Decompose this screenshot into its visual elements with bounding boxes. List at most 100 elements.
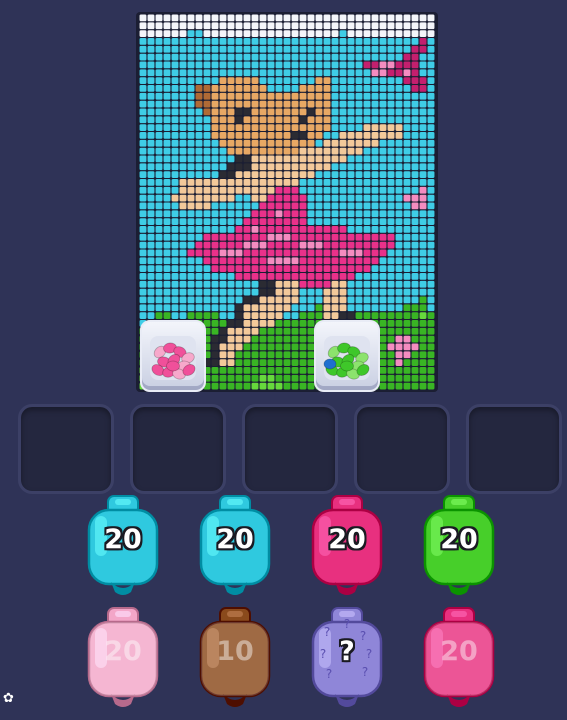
holding-slot[interactable] bbox=[130, 404, 226, 494]
pixel-bead bbox=[187, 85, 195, 92]
pixel-bead bbox=[251, 249, 259, 257]
pixel-bead bbox=[195, 100, 203, 108]
pixel-bead bbox=[219, 194, 227, 202]
holding-slot[interactable] bbox=[354, 404, 450, 494]
bead-jar-pink[interactable]: 20 bbox=[411, 606, 507, 710]
bead-jar-green[interactable]: 20 bbox=[411, 494, 507, 598]
pixel-bead bbox=[315, 179, 323, 186]
pixel-bead bbox=[227, 179, 235, 186]
pixel-bead bbox=[379, 186, 387, 194]
pixel-bead bbox=[299, 226, 307, 233]
pixel-bead bbox=[251, 38, 259, 45]
pixel-bead bbox=[419, 186, 427, 194]
pixel-bead bbox=[211, 132, 219, 139]
pixel-bead bbox=[219, 327, 227, 335]
pixel-bead bbox=[179, 202, 187, 210]
pixel-bead bbox=[411, 288, 419, 296]
pixel-bead bbox=[387, 179, 395, 186]
pixel-bead bbox=[139, 273, 147, 280]
pixel-bead bbox=[379, 163, 387, 171]
pixel-bead bbox=[347, 155, 355, 163]
holding-slot[interactable] bbox=[466, 404, 562, 494]
pixel-bead bbox=[195, 85, 203, 92]
pixel-bead bbox=[195, 210, 203, 218]
pixel-bead bbox=[211, 312, 219, 319]
pixel-bead bbox=[283, 77, 291, 84]
pixel-bead bbox=[323, 273, 331, 280]
pixel-bead bbox=[323, 155, 331, 163]
pixel-bead bbox=[299, 382, 307, 390]
pixel-bead bbox=[259, 53, 267, 61]
pixel-bead bbox=[283, 155, 291, 163]
pixel-bead bbox=[427, 108, 435, 116]
pixel-bead bbox=[275, 202, 283, 210]
pixel-bead bbox=[387, 155, 395, 163]
pixel-bead bbox=[155, 38, 163, 45]
bead-jar-brown[interactable]: 10 bbox=[187, 606, 283, 710]
pixel-bead bbox=[395, 374, 403, 382]
pixel-bead bbox=[379, 139, 387, 147]
pixel-bead bbox=[187, 38, 195, 45]
pixel-bead bbox=[387, 61, 395, 69]
pixel-bead bbox=[371, 218, 379, 225]
pixel-bead bbox=[427, 30, 435, 37]
pixel-bead bbox=[427, 374, 435, 382]
pixel-bead bbox=[315, 100, 323, 108]
pixel-bead bbox=[283, 288, 291, 296]
green-bead-bucket[interactable] bbox=[314, 320, 380, 392]
pixel-bead bbox=[331, 265, 339, 272]
pixel-bead bbox=[219, 139, 227, 147]
pixel-bead bbox=[243, 265, 251, 272]
pixel-bead bbox=[411, 312, 419, 319]
bead-jar-pink[interactable]: 20 bbox=[299, 494, 395, 598]
pixel-bead bbox=[403, 327, 411, 335]
pixel-bead bbox=[291, 218, 299, 225]
pixel-bead bbox=[387, 288, 395, 296]
holding-slot[interactable] bbox=[18, 404, 114, 494]
pixel-bead bbox=[395, 61, 403, 69]
pixel-bead bbox=[363, 249, 371, 257]
pixel-bead bbox=[243, 320, 251, 327]
pixel-bead bbox=[147, 14, 155, 22]
pixel-bead bbox=[251, 147, 259, 155]
mystery-jar[interactable]: ??????? ? bbox=[299, 606, 395, 710]
pixel-bead bbox=[139, 61, 147, 69]
pixel-bead bbox=[267, 14, 275, 22]
pixel-bead bbox=[339, 22, 347, 30]
holding-slot[interactable] bbox=[242, 404, 338, 494]
pixel-bead bbox=[283, 343, 291, 351]
pixel-bead bbox=[171, 77, 179, 84]
pixel-bead bbox=[179, 249, 187, 257]
pixel-bead bbox=[195, 38, 203, 45]
pixel-bead bbox=[299, 241, 307, 249]
pixel-bead bbox=[403, 233, 411, 241]
pixel-bead bbox=[179, 139, 187, 147]
pixel-bead bbox=[203, 163, 211, 171]
pixel-bead bbox=[235, 69, 243, 77]
pixel-bead bbox=[291, 257, 299, 265]
pixel-bead bbox=[195, 14, 203, 22]
bead-jar-cyan[interactable]: 20 bbox=[187, 494, 283, 598]
pixel-bead bbox=[211, 45, 219, 53]
pixel-bead bbox=[179, 171, 187, 178]
pixel-bead bbox=[419, 304, 427, 312]
pixel-bead bbox=[427, 327, 435, 335]
pixel-bead bbox=[299, 139, 307, 147]
pink-bead-bucket[interactable] bbox=[140, 320, 206, 392]
pixel-bead bbox=[259, 163, 267, 171]
pixel-bead bbox=[347, 210, 355, 218]
pixel-bead bbox=[179, 14, 187, 22]
bead-jar-cyan[interactable]: 20 bbox=[75, 494, 171, 598]
pixel-bead bbox=[203, 171, 211, 178]
pixel-bead bbox=[203, 124, 211, 131]
pixel-bead bbox=[291, 241, 299, 249]
pixel-bead bbox=[243, 327, 251, 335]
pixel-bead bbox=[307, 194, 315, 202]
bead-jar-light-pink[interactable]: 20 bbox=[75, 606, 171, 710]
pixel-bead bbox=[299, 210, 307, 218]
pixel-bead bbox=[427, 53, 435, 61]
pixel-bead bbox=[339, 139, 347, 147]
pixel-bead bbox=[227, 265, 235, 272]
pixel-bead bbox=[323, 257, 331, 265]
pixel-bead bbox=[227, 320, 235, 327]
